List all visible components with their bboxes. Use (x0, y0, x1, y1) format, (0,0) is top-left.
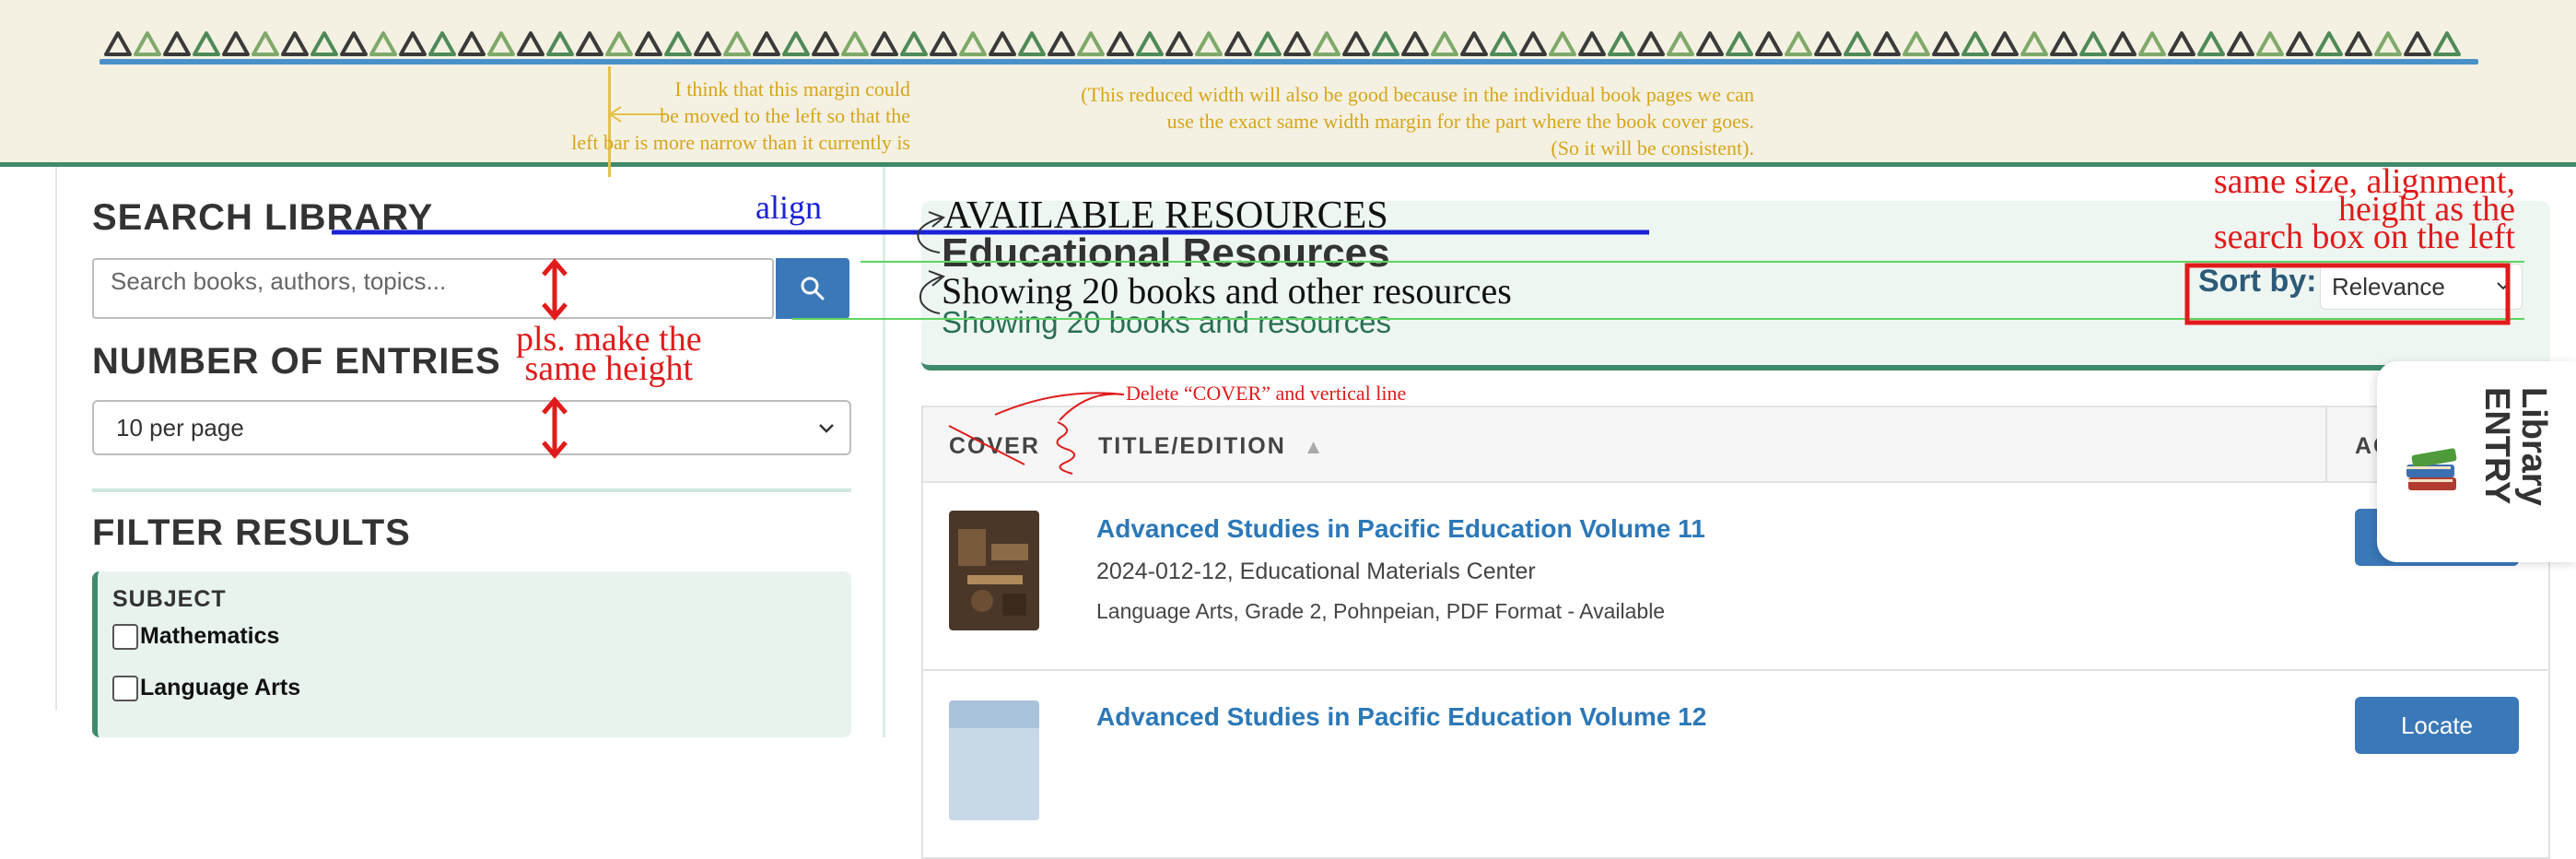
same-size-line: search box on the left (2213, 218, 2515, 256)
delete-cover-annotation: Delete “COVER” and vertical line (1126, 382, 1407, 405)
same-height-line: same height (524, 349, 694, 388)
align-annotation: align (755, 189, 822, 226)
annotation-overlay (332, 211, 2524, 475)
same-size-annotation: same size, alignment, height as the sear… (2147, 164, 2515, 256)
same-height-annotation: pls. make the same height (516, 322, 702, 388)
